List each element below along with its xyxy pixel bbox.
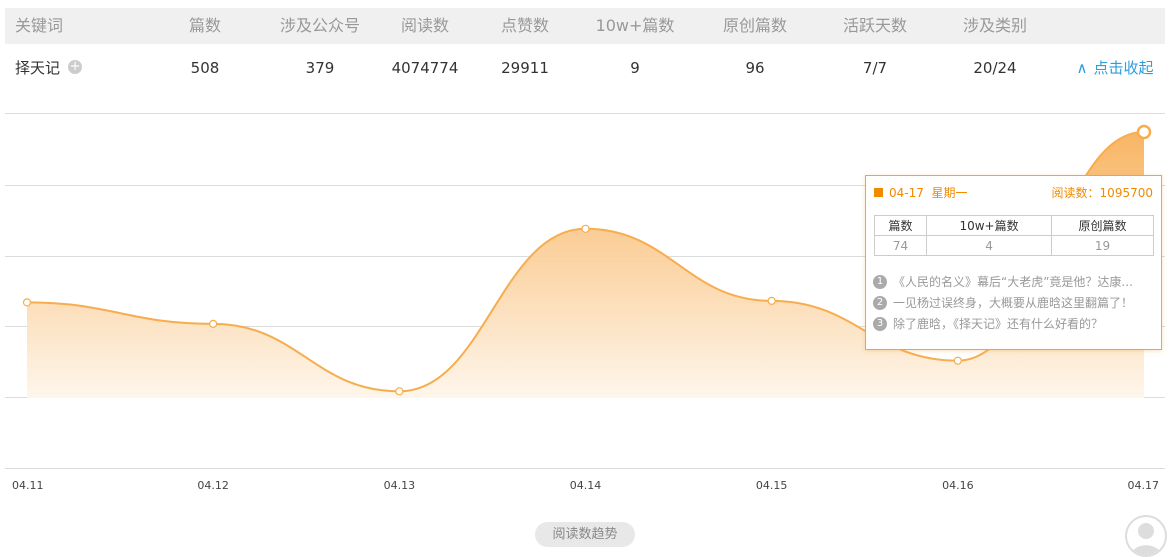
header-accounts: 涉及公众号 <box>279 16 360 35</box>
number-3-icon: 3 <box>873 316 887 331</box>
cell-articles: 508 <box>190 59 220 77</box>
header-active-days: 活跃天数 <box>842 16 907 35</box>
tooltip-date: 04-17 <box>889 186 924 200</box>
header-original: 原创篇数 <box>722 16 787 35</box>
x-tick-label: 04.14 <box>570 479 602 492</box>
tooltip-td-articles: 74 <box>873 235 928 256</box>
cell-original: 96 <box>745 59 765 77</box>
chart-tooltip: 04-17 星期一 阅读数：1095700 篇数 10w+篇数 原创篇数 74 … <box>865 175 1162 350</box>
header-articles: 篇数 <box>188 16 221 35</box>
tooltip-read-count: 阅读数：1095700 <box>1051 186 1153 200</box>
x-tick-label: 04.13 <box>384 479 416 492</box>
double-chevron-up-icon: ∧ <box>1076 59 1088 77</box>
header-categories: 涉及类别 <box>962 16 1027 35</box>
plus-circle-icon[interactable]: + <box>68 60 83 74</box>
data-point[interactable] <box>209 319 218 328</box>
user-avatar-icon[interactable] <box>1125 515 1167 557</box>
tooltip-td-10w: 4 <box>926 235 1053 256</box>
cell-reads: 4074774 <box>391 59 459 77</box>
collapse-label: 点击收起 <box>1093 59 1154 77</box>
x-tick-label: 04.12 <box>197 479 229 492</box>
article-title: 除了鹿晗，《择天记》还有什么好看的？ <box>893 317 1104 331</box>
x-axis-labels: 04.11 04.12 04.13 04.14 04.15 04.16 04.17 <box>12 479 1159 492</box>
cell-accounts: 379 <box>305 59 335 77</box>
x-tick-label: 04.15 <box>756 479 788 492</box>
data-point[interactable] <box>581 224 590 233</box>
header-keyword: 关键词 <box>15 16 64 35</box>
table-header: 关键词 篇数 涉及公众号 阅读数 点赞数 10w+篇数 原创篇数 活跃天数 涉及… <box>5 8 1165 44</box>
tooltip-th-original: 原创篇数 <box>1051 215 1154 236</box>
list-item[interactable]: 2 一见杨过误终身，大概要从鹿晗这里翻篇了！ <box>873 295 1155 316</box>
keyword-text: 择天记 <box>15 59 61 77</box>
number-1-icon: 1 <box>873 274 887 289</box>
data-point[interactable] <box>395 387 404 396</box>
header-10w: 10w+篇数 <box>595 16 675 35</box>
data-point[interactable] <box>1136 124 1152 140</box>
tooltip-th-articles: 篇数 <box>873 215 928 236</box>
tooltip-weekday: 星期一 <box>931 186 968 200</box>
tooltip-header: 04-17 星期一 阅读数：1095700 <box>874 184 1153 200</box>
x-tick-label: 04.11 <box>12 479 44 492</box>
trend-badge: 阅读数趋势 <box>535 522 635 547</box>
cell-active-days: 7/7 <box>862 59 888 77</box>
cell-10w: 9 <box>630 59 640 77</box>
header-reads: 阅读数 <box>400 16 449 35</box>
header-likes: 点赞数 <box>500 16 549 35</box>
keyword-cell: 择天记 + <box>15 50 155 86</box>
cell-likes: 29911 <box>501 59 549 77</box>
article-title: 一见杨过误终身，大概要从鹿晗这里翻篇了！ <box>893 296 1134 310</box>
list-item[interactable]: 3 除了鹿晗，《择天记》还有什么好看的？ <box>873 316 1155 337</box>
article-title: 《人民的名义》幕后“大老虎”竟是他？达康... <box>893 275 1133 289</box>
data-point[interactable] <box>767 296 776 305</box>
tooltip-td-original: 19 <box>1051 235 1154 256</box>
tooltip-th-10w: 10w+篇数 <box>926 215 1053 236</box>
table-row: 择天记 + 508 379 4074774 29911 9 96 7/7 20/2… <box>5 50 1165 86</box>
cell-categories: 20/24 <box>973 59 1017 77</box>
collapse-button[interactable]: ∧ 点击收起 <box>1065 50 1165 86</box>
tooltip-table: 篇数 10w+篇数 原创篇数 74 4 19 <box>873 215 1154 256</box>
data-point[interactable] <box>953 356 962 365</box>
data-point[interactable] <box>22 298 32 307</box>
list-item[interactable]: 1 《人民的名义》幕后“大老虎”竟是他？达康... <box>873 274 1155 295</box>
tooltip-article-list: 1 《人民的名义》幕后“大老虎”竟是他？达康... 2 一见杨过误终身，大概要从鹿晗… <box>873 274 1155 337</box>
x-tick-label: 04.16 <box>942 479 974 492</box>
series-square-icon <box>874 188 883 197</box>
x-tick-label: 04.17 <box>1128 479 1160 492</box>
number-2-icon: 2 <box>873 295 887 310</box>
